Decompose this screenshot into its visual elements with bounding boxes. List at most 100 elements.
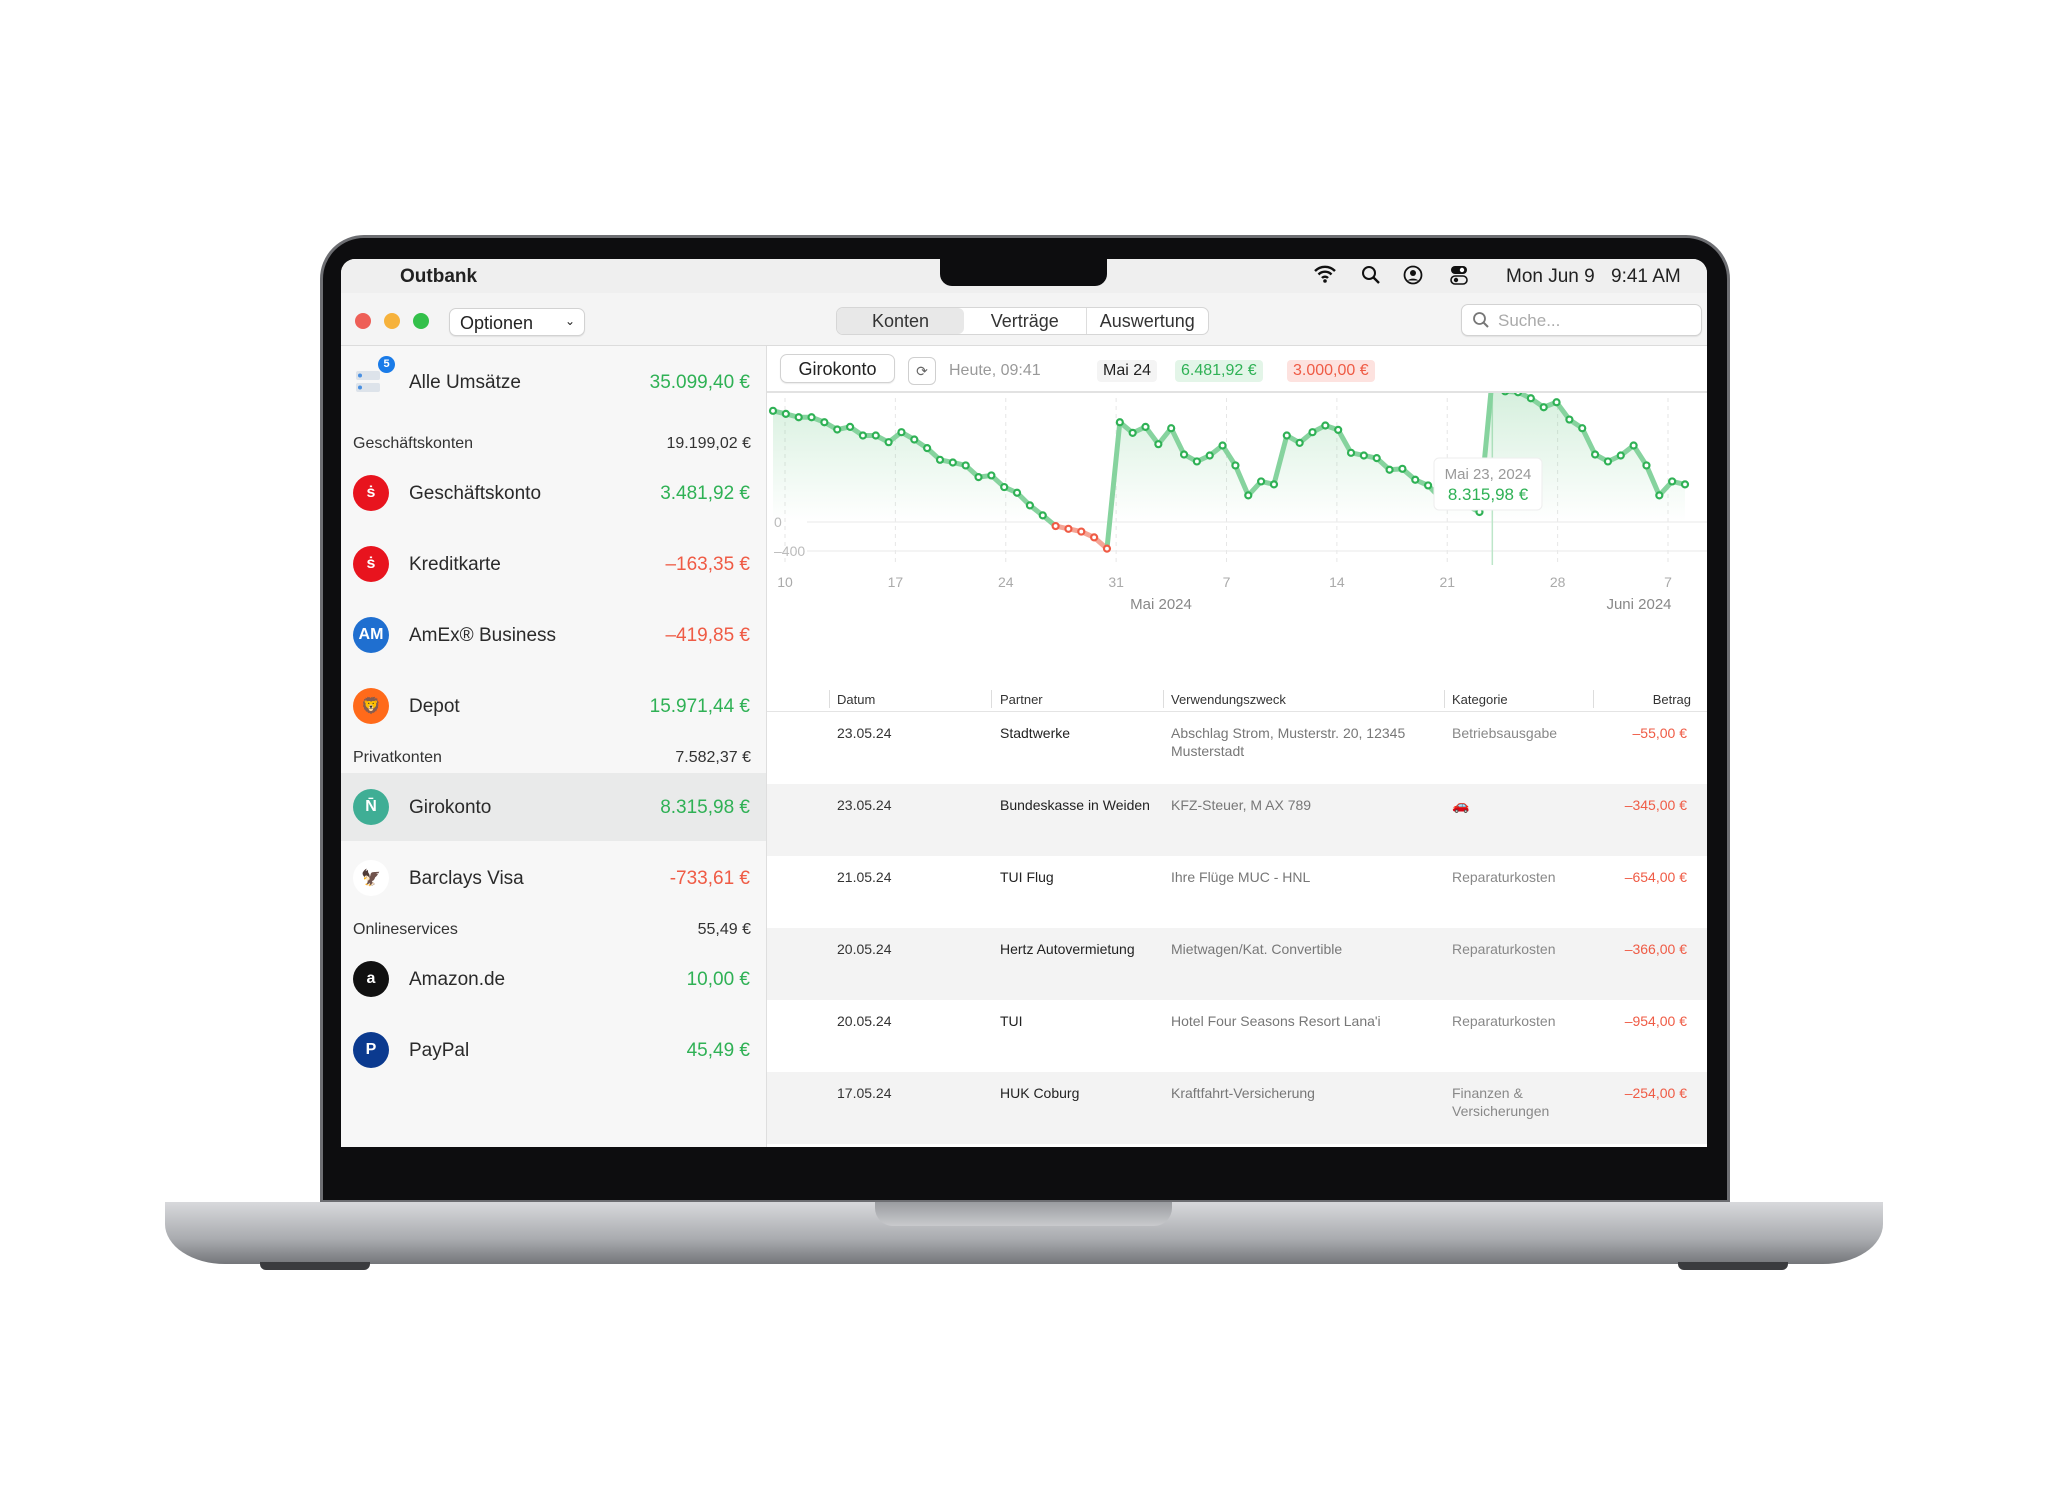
column-header[interactable]: Verwendungszweck: [1171, 692, 1286, 707]
column-divider[interactable]: [1163, 690, 1164, 708]
amex-icon: AM: [353, 617, 389, 653]
data-point: [974, 472, 983, 482]
account-name: Kreditkarte: [409, 554, 501, 575]
data-point: [1565, 415, 1574, 424]
cell-amount: –954,00 €: [1624, 1013, 1687, 1029]
menu-clock[interactable]: 9:41 AM: [1611, 266, 1681, 288]
data-point: [897, 428, 906, 437]
sidebar-item-account[interactable]: N̄ Girokonto 8.315,98 €: [341, 773, 766, 841]
data-point: [845, 422, 855, 431]
data-point: [1501, 393, 1509, 396]
data-point: [1372, 454, 1381, 463]
x-tick-label: 14: [1329, 574, 1345, 590]
data-point: [1167, 424, 1176, 433]
last-updated: Heute, 09:41: [949, 362, 1041, 379]
group-total: 19.199,02 €: [666, 435, 751, 452]
data-point: [1398, 464, 1407, 473]
tab-auswertung[interactable]: Auswertung: [1085, 308, 1209, 334]
minimize-window-button[interactable]: [384, 313, 400, 329]
ing-lion-icon: 🦁: [353, 688, 389, 724]
account-group-header[interactable]: Onlineservices 55,49 €: [353, 921, 751, 939]
table-row[interactable]: 23.05.24 Stadtwerke Abschlag Strom, Muster…: [767, 712, 1707, 784]
table-row[interactable]: 17.05.24 HUK Coburg Kraftfahrt-Versicherun…: [767, 1072, 1707, 1144]
account-amount: –163,35 €: [665, 554, 750, 575]
column-header[interactable]: Partner: [1000, 692, 1043, 707]
account-name: Depot: [409, 696, 460, 717]
data-point: [794, 413, 803, 422]
data-point: [1668, 477, 1677, 486]
data-point: [1115, 418, 1124, 427]
data-point: [961, 461, 970, 470]
column-header[interactable]: Datum: [837, 692, 875, 707]
sidebar-item-account[interactable]: ṡ Geschäftskonto 3.481,92 €: [341, 459, 766, 527]
data-point: [948, 458, 957, 467]
cell-amount: –55,00 €: [1632, 725, 1688, 741]
period-label[interactable]: Mai 24: [1097, 360, 1158, 382]
unread-badge: 5: [378, 356, 395, 373]
table-row[interactable]: 20.05.24 TUI Hotel Four Seasons Resort Lan…: [767, 1000, 1707, 1072]
sidebar-item-account[interactable]: a Amazon.de 10,00 €: [341, 945, 766, 1013]
toolbar: Optionen ⌄ Konten Verträge Auswertung Su…: [341, 293, 1707, 346]
data-point: [1655, 491, 1664, 500]
cell-category: Betriebsausgabe: [1452, 725, 1558, 741]
tab-vertraege[interactable]: Verträge: [964, 308, 1086, 334]
cell-category: Reparaturkosten: [1452, 1013, 1556, 1029]
cell-partner: Bundeskasse in Weiden: [1000, 797, 1150, 813]
x-tick-label: 10: [777, 574, 793, 590]
column-divider[interactable]: [991, 690, 992, 708]
data-point: [1038, 511, 1047, 520]
cell-date: 17.05.24: [837, 1085, 892, 1101]
tooltip-date: Mai 23, 2024: [1445, 466, 1532, 483]
account-group-header[interactable]: Geschäftskonten 19.199,02 €: [353, 435, 751, 453]
account-amount: 10,00 €: [686, 969, 750, 990]
table-row[interactable]: 23.05.24 Bundeskasse in Weiden KFZ-Steuer,…: [767, 784, 1707, 856]
data-point: [1513, 393, 1523, 397]
spotlight-search-icon[interactable]: [1361, 265, 1381, 291]
sidebar-item-account[interactable]: 🦅 Barclays Visa -733,61 €: [341, 844, 766, 912]
cell-date: 20.05.24: [837, 1013, 892, 1029]
search-input[interactable]: Suche...: [1461, 304, 1702, 336]
user-icon[interactable]: [1403, 265, 1423, 291]
table-row[interactable]: 20.05.24 Hertz Autovermietung Mietwagen/Ka…: [767, 928, 1707, 1000]
sidebar-item-account[interactable]: 🦁 Depot 15.971,44 €: [341, 672, 766, 740]
n26-icon: N̄: [353, 789, 389, 825]
cell-amount: –366,00 €: [1624, 941, 1687, 957]
cell-purpose: Abschlag Strom, Musterstr. 20, 12345 Mus…: [1171, 725, 1406, 759]
sidebar-item-account[interactable]: AM AmEx® Business –419,85 €: [341, 601, 766, 669]
account-selector-button[interactable]: Girokonto: [780, 354, 895, 383]
account-amount: 35.099,40 €: [649, 372, 750, 393]
data-point: [1295, 438, 1304, 447]
column-divider[interactable]: [1593, 690, 1594, 708]
x-tick-label: 24: [998, 574, 1014, 590]
column-header[interactable]: Betrag: [1653, 692, 1691, 707]
refresh-icon[interactable]: ⟳: [908, 357, 936, 385]
group-total: 7.582,37 €: [675, 749, 751, 766]
sparkasse-icon: ṡ: [353, 475, 389, 511]
column-divider[interactable]: [1444, 690, 1445, 708]
account-amount: 45,49 €: [686, 1040, 750, 1061]
column-header[interactable]: Kategorie: [1452, 692, 1508, 707]
data-point: [871, 431, 880, 440]
app-menu[interactable]: Outbank: [400, 266, 477, 288]
column-divider[interactable]: [829, 690, 830, 708]
wifi-icon[interactable]: [1313, 264, 1337, 290]
options-dropdown[interactable]: Optionen ⌄: [449, 308, 585, 336]
barclays-eagle-icon: 🦅: [353, 860, 389, 896]
control-center-icon[interactable]: [1450, 265, 1468, 291]
sidebar-item-account[interactable]: P PayPal 45,49 €: [341, 1016, 766, 1084]
data-point: [1321, 421, 1330, 430]
zoom-window-button[interactable]: [413, 313, 429, 329]
screen: Outbank Mon Jun 9 9:41 AM Optionen ⌄ Kon…: [341, 259, 1707, 1147]
cell-category: Reparaturkosten: [1452, 869, 1556, 885]
tab-konten[interactable]: Konten: [837, 308, 964, 334]
account-name: PayPal: [409, 1040, 470, 1061]
balance-chart[interactable]: 10172431714212878.7500–400Mai 2024Juni 2…: [767, 393, 1707, 683]
account-group-header[interactable]: Privatkonten 7.582,37 €: [353, 749, 751, 767]
income-badge: 6.481,92 €: [1175, 360, 1263, 382]
sidebar-item-alle-umsaetze[interactable]: 5 Alle Umsätze 35.099,40 €: [341, 346, 766, 422]
sidebar-item-account[interactable]: ṡ Kreditkarte –163,35 €: [341, 530, 766, 598]
close-window-button[interactable]: [355, 313, 371, 329]
laptop-foot: [1678, 1262, 1788, 1270]
table-row[interactable]: 21.05.24 TUI Flug Ihre Flüge MUC - HNL Repa…: [767, 856, 1707, 928]
chart-header: Girokonto ⟳ Heute, 09:41 Mai 24 6.481,92…: [767, 346, 1707, 393]
